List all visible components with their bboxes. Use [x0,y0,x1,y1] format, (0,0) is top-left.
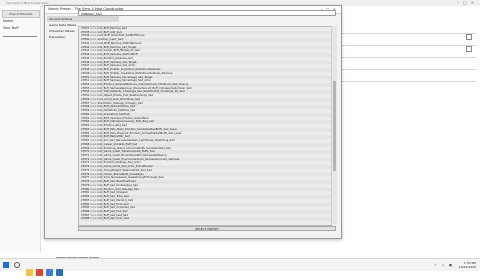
list-item[interactable]: 27888 >>> loot_Buff_Sad_Over_Sad [79,217,331,222]
sort-tabs: Sort by LoadedSort by Values [78,18,140,36]
clock-date: 10/15/2020 [458,265,476,269]
element-name-value: Your Buff [3,26,19,30]
preset-list[interactable]: 27837 >>> loot_Buff_Remove_Sad 27838 >>> … [78,26,332,226]
system-tray[interactable]: ↑ ♫ ■ [434,263,454,267]
app-title: The Sims 4 Mod Constructor [6,1,49,5]
mail-icon[interactable] [56,269,63,276]
right-field-line[interactable] [340,42,476,46]
right-field-line[interactable] [340,66,476,70]
right-checkbox[interactable] [466,46,472,52]
windows-start-icon[interactable] [3,262,9,268]
file-explorer-icon[interactable] [26,269,33,276]
name-input-line[interactable] [3,32,37,37]
search-input[interactable]: UNBASIC_Sad [78,10,336,16]
export-element-button[interactable]: Export Element [2,10,40,18]
right-field-line[interactable] [340,54,476,58]
scrollbar-thumb[interactable] [333,81,336,171]
right-field-line[interactable] [340,30,476,34]
name-label: Name [3,19,14,23]
search-icon[interactable] [14,262,20,268]
store-icon[interactable] [46,269,53,276]
side-panel: Export Element Name Your Buff [0,6,41,252]
taskbar: ↑ ♫ ■ 1:33 PM 10/15/2020 [0,258,480,276]
clock[interactable]: 1:33 PM 10/15/2020 [459,261,476,269]
app-window-controls[interactable]: –□× [457,0,478,5]
chrome-icon[interactable] [36,269,43,276]
select-preset-button[interactable]: SELECT PRESET [78,226,336,231]
right-field-line[interactable] [340,78,476,82]
bottom-toolbar: ■▲●✕ [56,246,100,264]
taskbar-apps [26,261,66,276]
list-scrollbar[interactable] [331,26,337,224]
right-checkbox[interactable] [466,34,472,40]
